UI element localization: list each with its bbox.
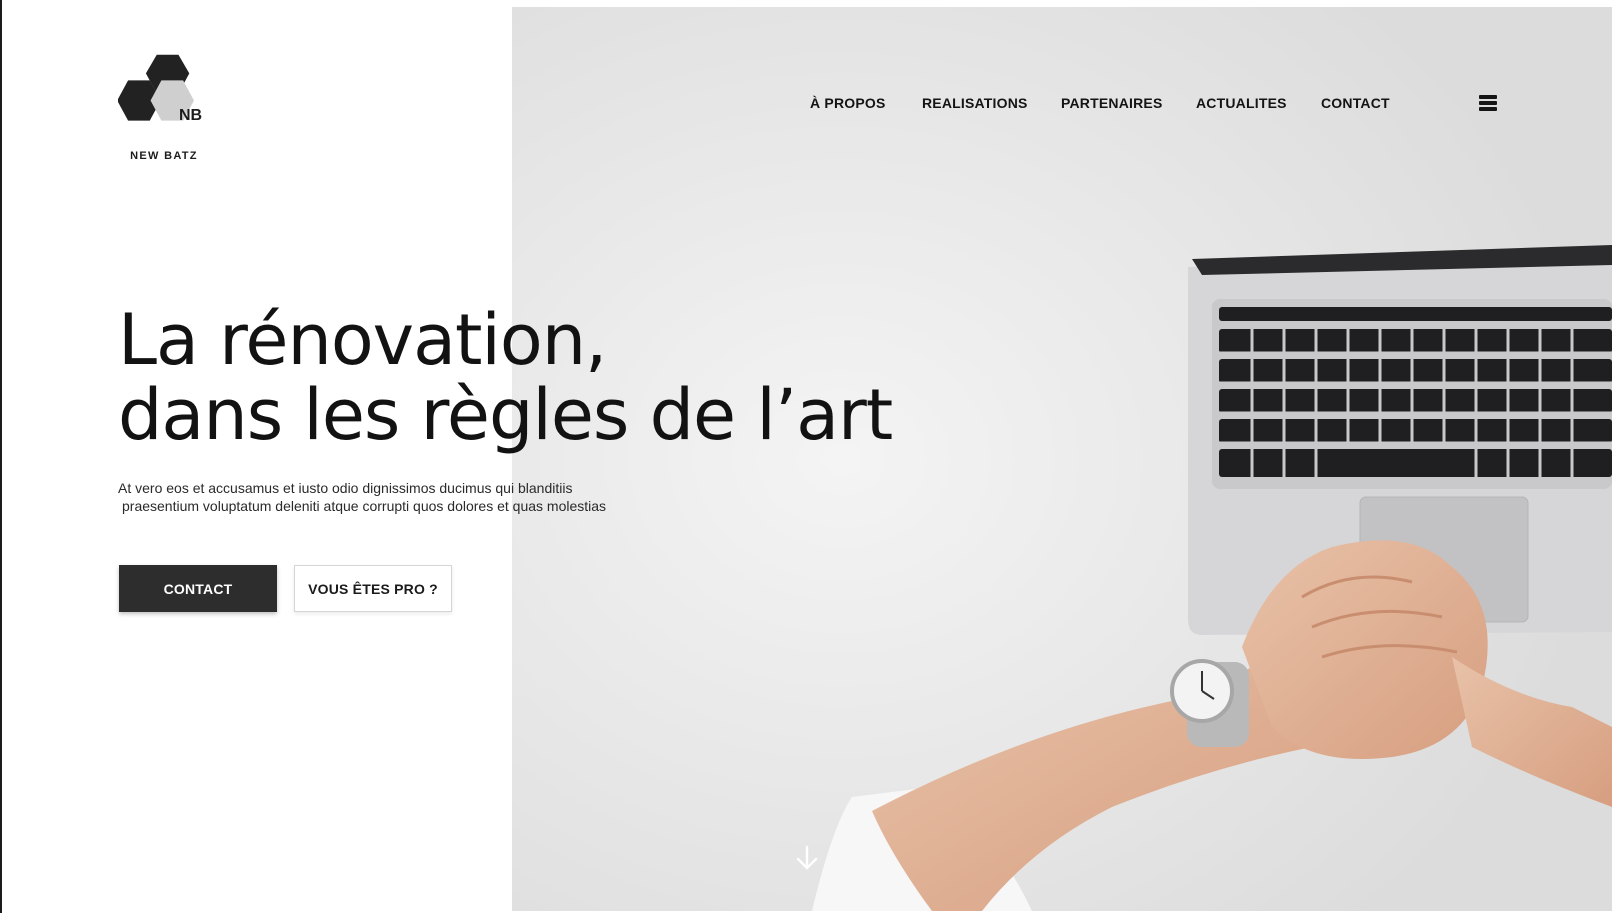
nav-item-a-propos[interactable]: À PROPOS — [810, 95, 886, 111]
subtext-line-2: praesentium voluptatum deleniti atque co… — [122, 498, 607, 514]
hero-subtext: At vero eos et accusamus et iusto odio d… — [118, 479, 606, 515]
subtext-line-1: At vero eos et accusamus et iusto odio d… — [118, 480, 573, 496]
page-left-border — [0, 0, 2, 913]
nav-item-actualites[interactable]: ACTUALITES — [1196, 95, 1287, 111]
hero-headline: La rénovation, dans les règles de l’art — [118, 299, 893, 456]
laptop-photo-illustration — [512, 7, 1612, 911]
headline-line-1: La rénovation, — [118, 299, 607, 381]
pro-button[interactable]: VOUS ÊTES PRO ? — [294, 565, 452, 612]
nav-item-contact[interactable]: CONTACT — [1321, 95, 1390, 111]
nav-item-realisations[interactable]: REALISATIONS — [922, 95, 1028, 111]
hamburger-menu-icon[interactable] — [1479, 95, 1497, 111]
brand-logo[interactable]: NB — [118, 54, 218, 164]
contact-button[interactable]: CONTACT — [119, 565, 277, 612]
arrow-down-icon[interactable] — [795, 845, 819, 871]
headline-line-2: dans les règles de l’art — [118, 374, 893, 456]
brand-name[interactable]: NEW BATZ — [118, 150, 210, 162]
logo-initials: NB — [179, 107, 202, 124]
hero-image — [512, 7, 1612, 911]
nav-item-partenaires[interactable]: PARTENAIRES — [1061, 95, 1163, 111]
